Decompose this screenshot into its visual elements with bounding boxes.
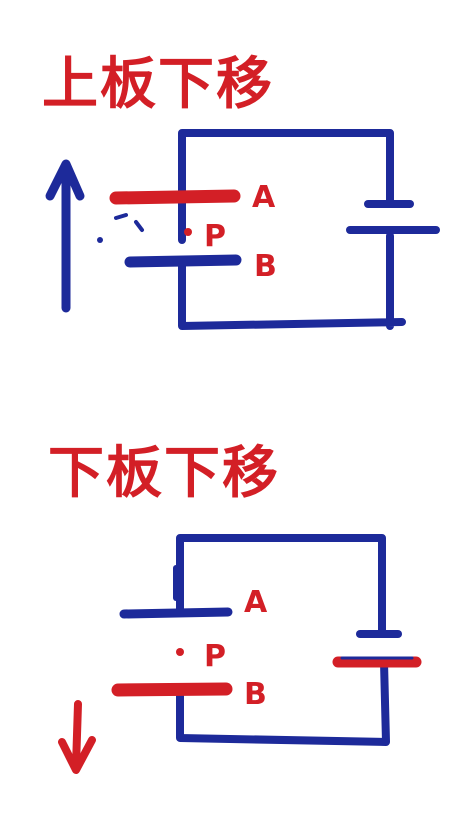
diagram-top: 上板下移 P A B: [42, 52, 440, 330]
two-capacitor-circuit-diagrams: 上板下移 P A B 下板下移 P A B: [42, 52, 440, 774]
arrow-down-icon: [58, 700, 96, 774]
label-a: A: [252, 180, 276, 215]
label-a: A: [244, 585, 268, 620]
label-b: B: [244, 677, 267, 712]
capacitor-plate-a: [109, 189, 241, 205]
label-p: P: [204, 219, 226, 254]
dot-mark: [97, 237, 103, 243]
diagram-top-title: 上板下移: [42, 52, 274, 117]
arrow-up-icon: [45, 159, 85, 313]
diagram-bottom: 下板下移 P A B: [48, 441, 422, 774]
circuit-wire-bottom: [176, 658, 390, 746]
label-p: P: [204, 639, 226, 674]
capacitor-plate-b: [124, 254, 242, 268]
capacitor-plate-a: [119, 607, 233, 619]
capacitor-plate-b: [111, 682, 233, 697]
point-p-dot: [184, 228, 192, 236]
label-b: B: [254, 249, 277, 284]
diagram-bottom-title: 下板下移: [48, 441, 280, 506]
original-plate-dashes: [114, 213, 144, 232]
point-p-dot: [176, 648, 184, 656]
